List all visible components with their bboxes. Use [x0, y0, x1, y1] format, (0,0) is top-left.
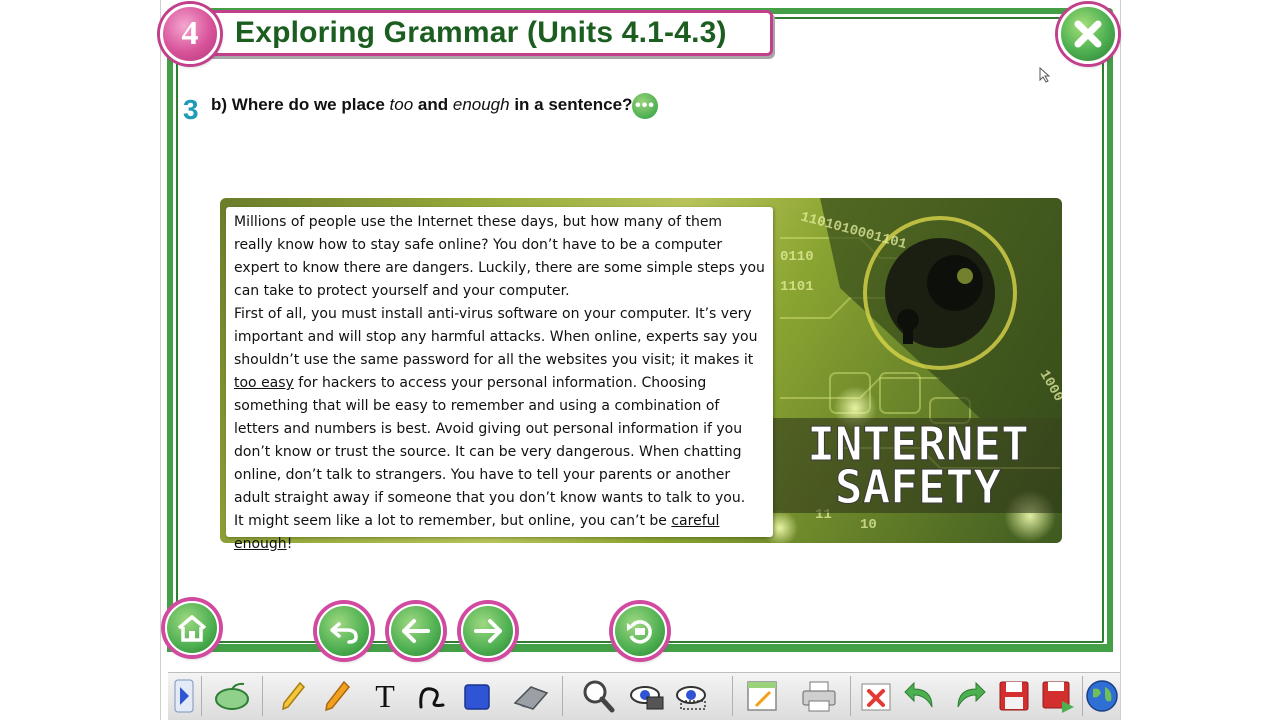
page-title: Exploring Grammar (Units 4.1-4.3): [235, 16, 727, 49]
reading-passage: Millions of people use the Internet thes…: [226, 207, 773, 552]
print-icon: [802, 681, 836, 712]
replay-icon: [627, 620, 652, 644]
expand-toolbar-button[interactable]: [172, 674, 196, 718]
ellipsis-icon: •••: [635, 97, 655, 114]
save-icon: [999, 681, 1029, 711]
spotlight-icon: [630, 686, 664, 710]
toolbar-separator: [201, 676, 202, 716]
save-button[interactable]: [994, 674, 1034, 718]
underlined-too-easy: too easy: [234, 375, 294, 391]
shape-icon: [464, 684, 490, 710]
highlighter-tool[interactable]: [276, 674, 310, 718]
question-part-too: too: [389, 95, 414, 114]
toolbar-separator: [850, 676, 851, 716]
redo-toolbar-button[interactable]: [950, 674, 990, 718]
hide-tool[interactable]: [670, 674, 712, 718]
replay-button[interactable]: [613, 604, 667, 658]
pointer-tool[interactable]: [208, 674, 256, 718]
paragraph-3-text-a: It might seem like a lot to remember, bu…: [234, 513, 672, 529]
reading-paragraph-1: Millions of people use the Internet thes…: [234, 214, 765, 299]
close-button[interactable]: [1058, 4, 1118, 64]
redo-icon: [957, 681, 986, 708]
clear-icon: [861, 683, 891, 711]
next-button[interactable]: [461, 604, 515, 658]
close-icon: [1074, 20, 1102, 48]
show-answer-button[interactable]: •••: [632, 93, 658, 119]
picture-caption-safety: SAFETY: [835, 460, 1001, 514]
pencil-tool[interactable]: [320, 674, 354, 718]
text-icon: T: [375, 678, 395, 714]
zoom-icon: [583, 680, 615, 713]
globe-icon: [1086, 680, 1118, 712]
binary-text-c: 1101: [780, 279, 814, 295]
toolbar-separator: [1082, 676, 1083, 716]
highlighter-icon: [282, 681, 306, 711]
exercise-number: 3: [183, 94, 199, 125]
undo-icon: [904, 681, 933, 708]
expand-icon: [174, 679, 194, 713]
toolbar-separator: [732, 676, 733, 716]
curve-icon: [419, 687, 445, 709]
spotlight-tool[interactable]: [626, 674, 668, 718]
paragraph-2-text-a: First of all, you must install anti-viru…: [234, 306, 758, 368]
binary-text-b: 0110: [780, 249, 814, 265]
question-part-1: b) Where do we place: [211, 95, 390, 114]
page-title-bar: Exploring Grammar (Units 4.1-4.3): [205, 10, 773, 56]
question-part-enough: enough: [452, 95, 510, 114]
clear-button[interactable]: [856, 674, 896, 718]
mouse-icon: [215, 682, 249, 710]
previous-button[interactable]: [389, 604, 443, 658]
previous-icon: [402, 619, 430, 643]
binary-text-f: 10: [860, 517, 877, 533]
eraser-icon: [513, 686, 549, 710]
home-icon: [177, 615, 207, 642]
undo-toolbar-button[interactable]: [900, 674, 940, 718]
zoom-tool[interactable]: [578, 674, 618, 718]
notes-icon: [747, 681, 777, 711]
notes-tool[interactable]: [742, 674, 782, 718]
mouse-cursor-icon: [1039, 67, 1051, 83]
exercise-question: b) Where do we place too and enough in a…: [211, 94, 632, 116]
reading-paragraph-3: It might seem like a lot to remember, bu…: [234, 510, 765, 556]
next-icon: [474, 619, 502, 643]
shape-tool[interactable]: [460, 674, 494, 718]
undo-icon: [330, 622, 358, 644]
web-button[interactable]: [1084, 674, 1120, 718]
paragraph-3-text-b: !: [286, 536, 293, 552]
pencil-icon: [325, 680, 351, 712]
question-part-2: and: [413, 95, 453, 114]
undo-nav-button[interactable]: [317, 604, 371, 658]
eraser-tool[interactable]: [508, 674, 552, 718]
toolbar-separator: [562, 676, 563, 716]
paragraph-2-text-b: for hackers to access your personal info…: [234, 375, 746, 506]
save-as-button[interactable]: [1038, 674, 1078, 718]
question-part-3: in a sentence?: [509, 95, 633, 114]
reading-paragraph-2: First of all, you must install anti-viru…: [234, 303, 765, 510]
unit-badge: 4: [160, 4, 220, 64]
save-as-icon: [1042, 681, 1074, 713]
hide-icon: [676, 686, 706, 710]
freehand-tool[interactable]: [414, 674, 450, 718]
print-button[interactable]: [798, 674, 840, 718]
toolbar-separator: [262, 676, 263, 716]
home-button[interactable]: [165, 601, 219, 655]
text-tool[interactable]: T: [368, 674, 402, 718]
